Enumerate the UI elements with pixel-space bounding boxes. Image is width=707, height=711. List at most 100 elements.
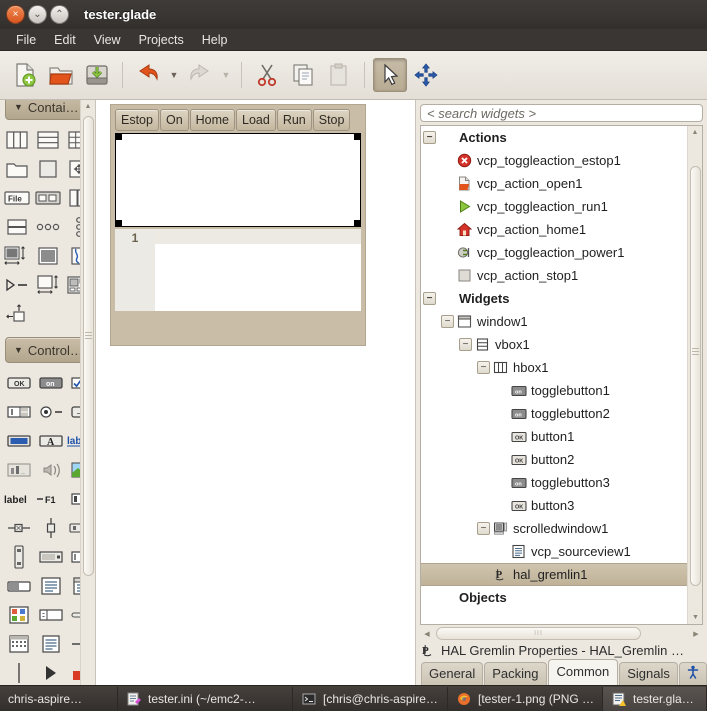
calendar-icon[interactable] xyxy=(2,629,36,658)
menu-projects[interactable]: Projects xyxy=(130,31,193,49)
palette-scroll-up-icon[interactable]: ▲ xyxy=(81,100,95,113)
selection-handle-top-right[interactable] xyxy=(354,133,361,140)
cut-icon[interactable] xyxy=(250,58,284,92)
tab-general[interactable]: General xyxy=(421,662,483,685)
radiobutton-icon[interactable] xyxy=(36,397,66,426)
design-hal-gremlin1[interactable] xyxy=(115,133,361,227)
save-icon[interactable] xyxy=(80,58,114,92)
fontbutton-icon[interactable]: A xyxy=(36,426,66,455)
close-window-button[interactable]: × xyxy=(6,5,25,24)
maximize-window-button[interactable]: ⌃ xyxy=(50,5,69,24)
notebook-icon[interactable] xyxy=(2,154,33,183)
togglebutton-icon[interactable]: on xyxy=(36,368,66,397)
taskbar-item-3[interactable]: [tester-1.png (PNG … xyxy=(448,687,603,711)
tree-row-scrolledwindow1[interactable]: −scrolledwindow1 xyxy=(421,517,687,540)
tree-row-button1[interactable]: OKbutton1 xyxy=(421,425,687,448)
taskbar-item-0[interactable]: chris-aspire… xyxy=(0,687,118,711)
tree-row-widgets[interactable]: −Widgets xyxy=(421,287,687,310)
menu-view[interactable]: View xyxy=(85,31,130,49)
scrolledwindow-icon[interactable] xyxy=(2,241,33,270)
design-vcp-sourceview1[interactable] xyxy=(155,229,361,311)
tree-row-vbox1[interactable]: −vbox1 xyxy=(421,333,687,356)
palette-section-containers[interactable]: ▼ Contai… xyxy=(5,100,91,120)
vscale-icon[interactable] xyxy=(36,513,66,542)
volumebutton-icon[interactable] xyxy=(36,455,66,484)
vscrollbar-icon[interactable] xyxy=(2,542,36,571)
toolbar-icon[interactable] xyxy=(33,183,64,212)
tree-scroll-down-icon[interactable]: ▼ xyxy=(688,611,703,624)
undo-icon[interactable] xyxy=(131,58,165,92)
tree-expander-icon[interactable]: − xyxy=(477,522,490,535)
listbox-icon[interactable] xyxy=(36,600,66,629)
tree-row-vcp-action-stop1[interactable]: vcp_action_stop1 xyxy=(421,264,687,287)
filechooser-icon[interactable]: File xyxy=(2,183,33,212)
tree-scroll-up-icon[interactable]: ▲ xyxy=(688,126,702,139)
vbox-icon[interactable] xyxy=(33,125,64,154)
open-folder-icon[interactable] xyxy=(44,58,78,92)
widget-tree-hscrollbar[interactable]: ◀ III ▶ xyxy=(420,627,703,640)
switch-icon[interactable] xyxy=(2,571,36,600)
design-button-on[interactable]: On xyxy=(160,109,189,131)
tree-hscroll-thumb[interactable]: III xyxy=(436,627,641,640)
tab-signals[interactable]: Signals xyxy=(619,662,678,685)
tree-row-objects[interactable]: Objects xyxy=(421,586,687,609)
hseparator-entry-icon[interactable] xyxy=(36,542,66,571)
design-button-run[interactable]: Run xyxy=(277,109,312,131)
tab-accessibility[interactable] xyxy=(679,662,707,685)
expander-icon[interactable] xyxy=(2,270,33,299)
menu-help[interactable]: Help xyxy=(193,31,237,49)
menu-icon[interactable] xyxy=(36,629,66,658)
arrow-icon[interactable] xyxy=(36,658,66,685)
tree-row-togglebutton3[interactable]: ontogglebutton3 xyxy=(421,471,687,494)
vpaned-icon[interactable] xyxy=(2,212,33,241)
design-button-stop[interactable]: Stop xyxy=(313,109,351,131)
hbox-icon[interactable] xyxy=(2,125,33,154)
tree-hscroll-track[interactable]: III xyxy=(434,627,689,640)
tree-expander-icon[interactable]: − xyxy=(423,292,436,305)
undo-dropdown-arrow[interactable]: ▼ xyxy=(167,58,181,92)
textview-icon[interactable] xyxy=(36,571,66,600)
aspectframe-icon[interactable] xyxy=(33,270,64,299)
tree-expander-icon[interactable]: − xyxy=(477,361,490,374)
tree-row-vcp-sourceview1[interactable]: vcp_sourceview1 xyxy=(421,540,687,563)
design-hbox1[interactable]: Estop On Home Load Run Stop xyxy=(115,109,361,131)
tree-row-button2[interactable]: OKbutton2 xyxy=(421,448,687,471)
widget-tree-vscrollbar[interactable]: ▲ ▼ xyxy=(687,126,702,624)
tree-row-actions[interactable]: −Actions xyxy=(421,126,687,149)
tree-scroll-right-icon[interactable]: ▶ xyxy=(689,630,703,638)
tree-expander-icon[interactable]: − xyxy=(423,131,436,144)
widget-tree[interactable]: −Actionsvcp_toggleaction_estop1vcp_actio… xyxy=(421,126,687,624)
tree-row-vcp-toggleaction-power1[interactable]: vcp_toggleaction_power1 xyxy=(421,241,687,264)
palette-scroll-thumb[interactable] xyxy=(83,116,94,576)
hscale-icon[interactable] xyxy=(2,513,36,542)
selection-handle-bottom-left[interactable] xyxy=(115,220,122,227)
tab-packing[interactable]: Packing xyxy=(484,662,546,685)
new-file-icon[interactable] xyxy=(8,58,42,92)
entry-icon[interactable] xyxy=(2,426,36,455)
design-scrolledwindow1[interactable]: 1 xyxy=(115,229,361,311)
statusbar-icon[interactable]: .. xyxy=(2,455,36,484)
design-button-estop[interactable]: Estop xyxy=(115,109,159,131)
tree-scroll-left-icon[interactable]: ◀ xyxy=(420,630,434,638)
handlebox-icon[interactable] xyxy=(33,212,64,241)
search-widgets-input[interactable]: < search widgets > xyxy=(420,104,703,122)
viewport-icon[interactable] xyxy=(33,241,64,270)
menu-edit[interactable]: Edit xyxy=(45,31,85,49)
frame-icon[interactable] xyxy=(33,154,64,183)
tree-row-vcp-action-home1[interactable]: vcp_action_home1 xyxy=(421,218,687,241)
tree-row-hal-gremlin1[interactable]: Phal_gremlin1 xyxy=(421,563,687,586)
tree-expander-icon[interactable]: − xyxy=(459,338,472,351)
fixed-icon[interactable] xyxy=(2,299,33,328)
selection-handle-bottom-right[interactable] xyxy=(354,220,361,227)
tree-row-togglebutton1[interactable]: ontogglebutton1 xyxy=(421,379,687,402)
palette-scrollbar[interactable]: ▲ xyxy=(80,100,95,685)
design-button-load[interactable]: Load xyxy=(236,109,276,131)
tree-row-window1[interactable]: −window1 xyxy=(421,310,687,333)
taskbar-item-1[interactable]: tester.ini (~/emc2-… xyxy=(118,687,293,711)
taskbar-item-2[interactable]: [chris@chris-aspire… xyxy=(293,687,448,711)
label-icon[interactable]: label xyxy=(2,484,36,513)
tree-row-vcp-action-open1[interactable]: vcp_action_open1 xyxy=(421,172,687,195)
select-pointer-icon[interactable] xyxy=(373,58,407,92)
tree-scroll-thumb[interactable] xyxy=(690,166,701,586)
accellabel-icon[interactable]: F1 xyxy=(36,484,66,513)
